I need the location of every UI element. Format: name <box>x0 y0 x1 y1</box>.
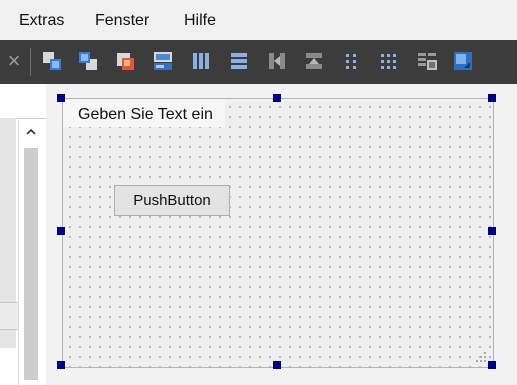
left-panel <box>0 84 46 385</box>
lay-out-grid-icon[interactable] <box>377 49 401 73</box>
panel-item[interactable] <box>0 302 20 330</box>
selection-handle-bottom-left[interactable] <box>57 361 65 369</box>
form-editor-toolbar: × <box>0 40 517 84</box>
menubar: Extras Fenster Hilfe <box>0 0 517 40</box>
send-to-back-icon[interactable] <box>40 49 64 73</box>
chevron-up-icon[interactable] <box>19 120 43 144</box>
form-widget[interactable]: Geben Sie Text ein <box>62 98 494 368</box>
vertical-scrollbar[interactable] <box>18 120 43 385</box>
form-title[interactable]: Geben Sie Text ein <box>63 99 225 127</box>
resize-grip-icon[interactable] <box>474 350 488 364</box>
selection-handle-bottom[interactable] <box>273 361 281 369</box>
menu-extras[interactable]: Extras <box>19 12 64 30</box>
lay-out-horizontally-splitter-icon[interactable] <box>265 49 289 73</box>
menu-fenster[interactable]: Fenster <box>95 12 149 30</box>
toolbar-separator <box>30 48 31 76</box>
close-icon[interactable]: × <box>4 47 24 75</box>
break-layout-icon[interactable] <box>415 49 439 73</box>
selection-handle-top-left[interactable] <box>57 94 65 102</box>
lay-out-form-layout-icon[interactable] <box>339 49 363 73</box>
selection-handle-top-right[interactable] <box>488 94 496 102</box>
selection-handle-top[interactable] <box>273 94 281 102</box>
edit-tab-order-icon[interactable] <box>114 49 138 73</box>
lay-out-horizontally-icon[interactable] <box>189 49 213 73</box>
lay-out-vertically-icon[interactable] <box>227 49 251 73</box>
selection-handle-right[interactable] <box>488 227 496 235</box>
scrollbar-thumb[interactable] <box>24 148 38 380</box>
lay-out-vertically-splitter-icon[interactable] <box>302 49 326 73</box>
edit-buddies-icon[interactable] <box>151 49 175 73</box>
selection-handle-left[interactable] <box>57 227 65 235</box>
menu-hilfe[interactable]: Hilfe <box>184 12 216 30</box>
push-button[interactable]: PushButton <box>114 185 230 216</box>
adjust-size-icon[interactable] <box>451 49 475 73</box>
selection-handle-bottom-right[interactable] <box>488 361 496 369</box>
bring-to-front-icon[interactable] <box>76 49 100 73</box>
